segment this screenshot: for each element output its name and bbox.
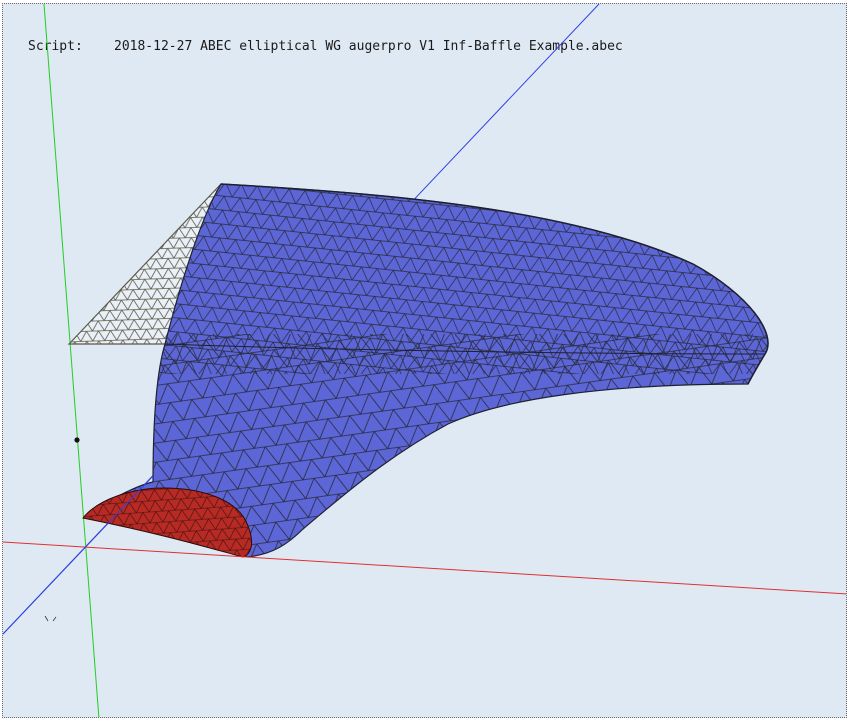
x-axis-line bbox=[3, 541, 846, 595]
z-axis-line-front bbox=[3, 475, 154, 635]
scene-canvas[interactable] bbox=[3, 4, 847, 718]
origin-dot-icon bbox=[74, 437, 80, 443]
orientation-glyph-icon bbox=[44, 615, 57, 622]
y-axis-line bbox=[43, 4, 100, 717]
3d-viewport[interactable]: Script: 2018-12-27 ABEC elliptical WG aug… bbox=[2, 3, 847, 718]
